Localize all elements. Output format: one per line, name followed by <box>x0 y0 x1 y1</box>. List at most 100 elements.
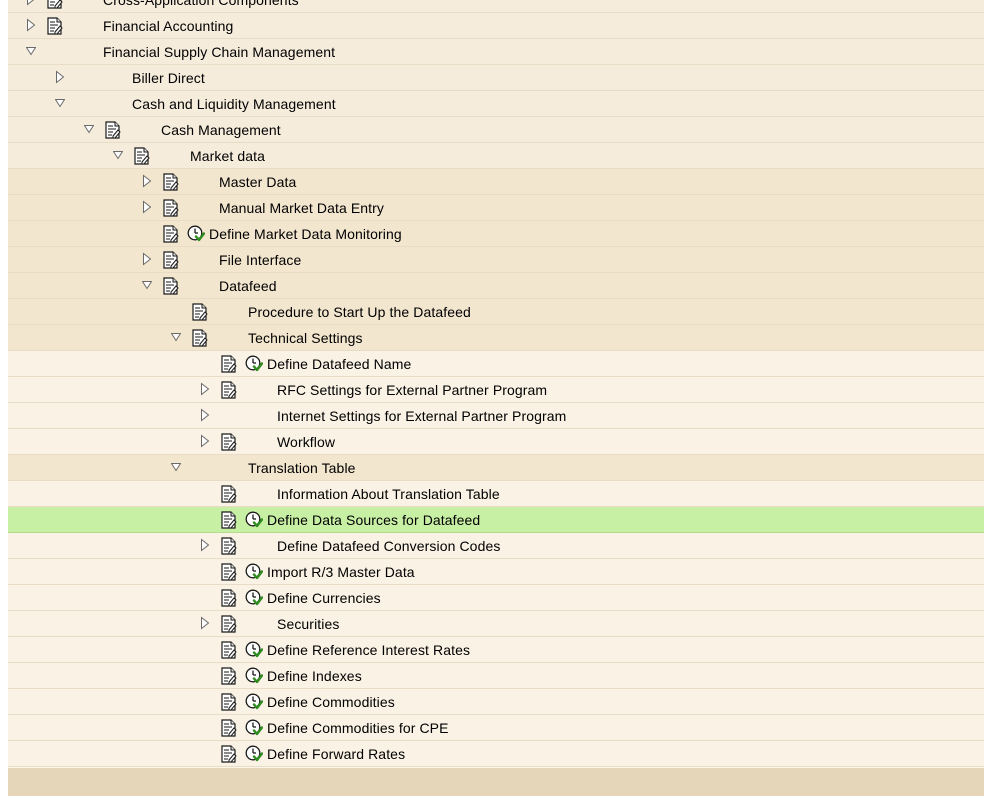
tree-row[interactable]: Define Commodities <box>8 689 984 715</box>
document-icon[interactable] <box>220 563 238 581</box>
collapse-toggle-icon[interactable] <box>200 408 210 422</box>
document-icon[interactable] <box>220 433 238 451</box>
document-icon[interactable] <box>191 303 209 321</box>
tree-row[interactable]: Internet Settings for External Partner P… <box>8 403 984 429</box>
collapse-toggle-icon[interactable] <box>200 616 210 630</box>
execute-clock-icon[interactable] <box>245 355 264 373</box>
tree-row[interactable]: Define Currencies <box>8 585 984 611</box>
tree-item-label: Translation Table <box>248 460 356 476</box>
document-icon[interactable] <box>46 0 64 9</box>
tree-row[interactable]: RFC Settings for External Partner Progra… <box>8 377 984 403</box>
document-icon[interactable] <box>220 641 238 659</box>
expand-toggle-icon[interactable] <box>26 44 36 58</box>
tree-item-label: Define Forward Rates <box>267 746 406 762</box>
tree-row[interactable]: Workflow <box>8 429 984 455</box>
tree-row[interactable]: Information About Translation Table <box>8 481 984 507</box>
execute-clock-icon[interactable] <box>245 745 264 763</box>
expand-toggle-icon[interactable] <box>171 330 181 344</box>
execute-clock-icon[interactable] <box>187 225 206 243</box>
document-icon[interactable] <box>220 355 238 373</box>
tree-item-label: Define Datafeed Conversion Codes <box>277 538 501 554</box>
tree-row[interactable]: Define Datafeed Conversion Codes <box>8 533 984 559</box>
execute-clock-icon[interactable] <box>245 589 264 607</box>
document-icon[interactable] <box>220 615 238 633</box>
document-icon[interactable] <box>162 199 180 217</box>
tree-row[interactable]: Securities <box>8 611 984 637</box>
collapse-toggle-icon[interactable] <box>142 174 152 188</box>
document-icon[interactable] <box>162 251 180 269</box>
document-icon[interactable] <box>220 589 238 607</box>
document-icon[interactable] <box>220 667 238 685</box>
tree-row[interactable]: Cash Management <box>8 117 984 143</box>
execute-clock-icon[interactable] <box>245 511 264 529</box>
document-icon[interactable] <box>162 225 180 243</box>
tree-row[interactable]: Cross-Application Components <box>8 0 984 13</box>
tree-row[interactable]: Datafeed <box>8 273 984 299</box>
tree-row[interactable]: Define Forward Rates <box>8 741 984 767</box>
tree-row[interactable]: Technical Settings <box>8 325 984 351</box>
status-bar <box>8 768 984 796</box>
document-icon[interactable] <box>220 381 238 399</box>
collapse-toggle-icon[interactable] <box>200 538 210 552</box>
expand-toggle-icon[interactable] <box>142 278 152 292</box>
document-icon[interactable] <box>104 121 122 139</box>
tree-row[interactable]: Define Indexes <box>8 663 984 689</box>
tree-row[interactable]: Procedure to Start Up the Datafeed <box>8 299 984 325</box>
collapse-toggle-icon[interactable] <box>26 0 36 6</box>
tree-row[interactable]: Define Market Data Monitoring <box>8 221 984 247</box>
tree-row[interactable]: Market data <box>8 143 984 169</box>
document-icon[interactable] <box>191 329 209 347</box>
execute-clock-icon[interactable] <box>245 641 264 659</box>
document-icon[interactable] <box>162 173 180 191</box>
tree-row[interactable]: File Interface <box>8 247 984 273</box>
document-icon[interactable] <box>133 147 151 165</box>
collapse-toggle-icon[interactable] <box>26 18 36 32</box>
tree-item-label: Cash and Liquidity Management <box>132 96 336 112</box>
tree-row[interactable]: Financial Supply Chain Management <box>8 39 984 65</box>
collapse-toggle-icon[interactable] <box>142 200 152 214</box>
tree-item-label: Master Data <box>219 174 297 190</box>
tree-row[interactable]: Financial Accounting <box>8 13 984 39</box>
execute-clock-icon[interactable] <box>245 667 264 685</box>
tree-item-label: Biller Direct <box>132 70 205 86</box>
document-icon[interactable] <box>220 745 238 763</box>
tree-item-label: Import R/3 Master Data <box>267 564 415 580</box>
execute-clock-icon[interactable] <box>245 563 264 581</box>
tree-row[interactable]: Define Datafeed Name <box>8 351 984 377</box>
tree-row[interactable]: Define Reference Interest Rates <box>8 637 984 663</box>
tree-item-label: Financial Supply Chain Management <box>103 44 336 60</box>
document-icon[interactable] <box>46 17 64 35</box>
tree-item-label: Cross-Application Components <box>103 0 299 8</box>
tree-row[interactable]: Define Commodities for CPE <box>8 715 984 741</box>
document-icon[interactable] <box>220 485 238 503</box>
document-icon[interactable] <box>220 693 238 711</box>
document-icon[interactable] <box>220 719 238 737</box>
expand-toggle-icon[interactable] <box>84 122 94 136</box>
tree-item-label: Define Datafeed Name <box>267 356 412 372</box>
tree-item-label: Information About Translation Table <box>277 486 500 502</box>
tree-row[interactable]: Cash and Liquidity Management <box>8 91 984 117</box>
collapse-toggle-icon[interactable] <box>142 252 152 266</box>
document-icon[interactable] <box>162 277 180 295</box>
tree-row[interactable]: Manual Market Data Entry <box>8 195 984 221</box>
tree-row[interactable]: Translation Table <box>8 455 984 481</box>
expand-toggle-icon[interactable] <box>55 96 65 110</box>
tree-row[interactable]: Import R/3 Master Data <box>8 559 984 585</box>
tree-row[interactable]: Master Data <box>8 169 984 195</box>
tree-item-label: Internet Settings for External Partner P… <box>277 408 567 424</box>
tree-row[interactable]: Biller Direct <box>8 65 984 91</box>
execute-clock-icon[interactable] <box>245 719 264 737</box>
collapse-toggle-icon[interactable] <box>200 382 210 396</box>
collapse-toggle-icon[interactable] <box>200 434 210 448</box>
tree-item-label: Workflow <box>277 434 336 450</box>
expand-toggle-icon[interactable] <box>171 460 181 474</box>
tree-item-label: Securities <box>277 616 340 632</box>
expand-toggle-icon[interactable] <box>113 148 123 162</box>
document-icon[interactable] <box>220 511 238 529</box>
tree-item-label: Define Market Data Monitoring <box>209 226 402 242</box>
document-icon[interactable] <box>220 537 238 555</box>
collapse-toggle-icon[interactable] <box>55 70 65 84</box>
execute-clock-icon[interactable] <box>245 693 264 711</box>
tree-item-label: Define Commodities <box>267 694 395 710</box>
tree-row[interactable]: Define Data Sources for Datafeed <box>8 507 984 533</box>
